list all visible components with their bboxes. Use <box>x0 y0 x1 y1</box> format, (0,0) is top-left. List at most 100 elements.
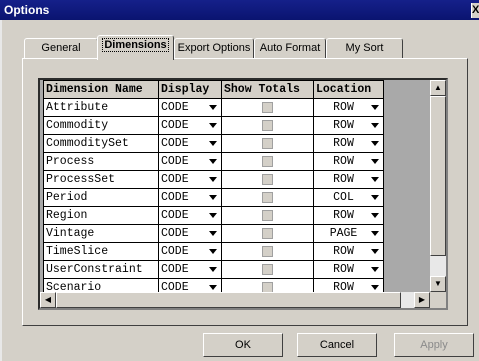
table-row[interactable]: Vintage CODE PAGE <box>43 224 384 243</box>
dimension-name-cell[interactable]: Region <box>43 206 159 225</box>
scroll-right-icon[interactable]: ▶ <box>414 292 430 308</box>
tab-general[interactable]: General <box>24 38 98 59</box>
header-display[interactable]: Display <box>158 80 222 99</box>
show-totals-checkbox[interactable] <box>262 264 273 275</box>
display-select[interactable]: CODE <box>158 98 222 117</box>
show-totals-checkbox[interactable] <box>262 138 273 149</box>
cancel-button[interactable]: Cancel <box>297 333 377 357</box>
show-totals-checkbox[interactable] <box>262 120 273 131</box>
header-location[interactable]: Location <box>313 80 384 99</box>
tab-my-sort[interactable]: My Sort <box>326 38 403 59</box>
tab-auto-format[interactable]: Auto Format <box>254 38 326 59</box>
show-totals-cell[interactable] <box>221 98 314 117</box>
chevron-down-icon[interactable] <box>209 123 217 128</box>
location-select[interactable]: ROW <box>313 260 384 279</box>
display-select[interactable]: CODE <box>158 260 222 279</box>
show-totals-checkbox[interactable] <box>262 228 273 239</box>
tab-export-options[interactable]: Export Options <box>174 38 254 59</box>
show-totals-checkbox[interactable] <box>262 210 273 221</box>
display-select[interactable]: CODE <box>158 116 222 135</box>
chevron-down-icon[interactable] <box>371 249 379 254</box>
chevron-down-icon[interactable] <box>209 195 217 200</box>
scroll-down-icon[interactable]: ▼ <box>430 276 446 292</box>
show-totals-cell[interactable] <box>221 242 314 261</box>
show-totals-cell[interactable] <box>221 188 314 207</box>
location-select[interactable]: ROW <box>313 152 384 171</box>
close-button[interactable]: X <box>471 3 479 18</box>
chevron-down-icon[interactable] <box>371 285 379 290</box>
location-select[interactable]: COL <box>313 188 384 207</box>
chevron-down-icon[interactable] <box>371 195 379 200</box>
dimension-name-cell[interactable]: Commodity <box>43 116 159 135</box>
dimension-name-cell[interactable]: Process <box>43 152 159 171</box>
show-totals-cell[interactable] <box>221 206 314 225</box>
dimension-name-cell[interactable]: TimeSlice <box>43 242 159 261</box>
location-select[interactable]: ROW <box>313 242 384 261</box>
chevron-down-icon[interactable] <box>209 177 217 182</box>
chevron-down-icon[interactable] <box>371 123 379 128</box>
location-select[interactable]: ROW <box>313 134 384 153</box>
table-row[interactable]: Commodity CODE ROW <box>43 116 384 135</box>
vertical-scrollbar[interactable]: ▲ ▼ <box>430 80 446 292</box>
location-select[interactable]: ROW <box>313 98 384 117</box>
show-totals-cell[interactable] <box>221 116 314 135</box>
chevron-down-icon[interactable] <box>371 231 379 236</box>
dimension-name-cell[interactable]: UserConstraint <box>43 260 159 279</box>
horizontal-scroll-thumb[interactable] <box>56 292 401 308</box>
chevron-down-icon[interactable] <box>209 105 217 110</box>
display-select[interactable]: CODE <box>158 206 222 225</box>
dimension-name-cell[interactable]: ProcessSet <box>43 170 159 189</box>
table-row[interactable]: CommoditySet CODE ROW <box>43 134 384 153</box>
table-row[interactable]: Attribute CODE ROW <box>43 98 384 117</box>
chevron-down-icon[interactable] <box>371 267 379 272</box>
show-totals-cell[interactable] <box>221 170 314 189</box>
apply-button[interactable]: Apply <box>394 333 474 357</box>
table-row[interactable]: Period CODE COL <box>43 188 384 207</box>
location-select[interactable]: ROW <box>313 116 384 135</box>
show-totals-checkbox[interactable] <box>262 156 273 167</box>
show-totals-checkbox[interactable] <box>262 246 273 257</box>
chevron-down-icon[interactable] <box>209 249 217 254</box>
show-totals-cell[interactable] <box>221 224 314 243</box>
vertical-scroll-thumb[interactable] <box>430 96 446 256</box>
chevron-down-icon[interactable] <box>371 159 379 164</box>
show-totals-checkbox[interactable] <box>262 192 273 203</box>
table-row[interactable]: Process CODE ROW <box>43 152 384 171</box>
tab-dimensions[interactable]: Dimensions <box>97 35 174 60</box>
header-show-totals[interactable]: Show Totals <box>221 80 314 99</box>
chevron-down-icon[interactable] <box>209 267 217 272</box>
dimension-name-cell[interactable]: CommoditySet <box>43 134 159 153</box>
table-row[interactable]: Region CODE ROW <box>43 206 384 225</box>
show-totals-checkbox[interactable] <box>262 102 273 113</box>
scroll-up-icon[interactable]: ▲ <box>430 80 446 96</box>
show-totals-checkbox[interactable] <box>262 174 273 185</box>
show-totals-cell[interactable] <box>221 134 314 153</box>
display-select[interactable]: CODE <box>158 134 222 153</box>
display-select[interactable]: CODE <box>158 188 222 207</box>
header-dimension-name[interactable]: Dimension Name <box>43 80 159 99</box>
display-select[interactable]: CODE <box>158 152 222 171</box>
chevron-down-icon[interactable] <box>209 285 217 290</box>
chevron-down-icon[interactable] <box>371 213 379 218</box>
table-row[interactable]: TimeSlice CODE ROW <box>43 242 384 261</box>
horizontal-scrollbar[interactable]: ◀ ▶ <box>40 292 430 308</box>
table-row[interactable]: ProcessSet CODE ROW <box>43 170 384 189</box>
chevron-down-icon[interactable] <box>209 159 217 164</box>
show-totals-cell[interactable] <box>221 152 314 171</box>
display-select[interactable]: CODE <box>158 242 222 261</box>
chevron-down-icon[interactable] <box>371 141 379 146</box>
display-select[interactable]: CODE <box>158 170 222 189</box>
chevron-down-icon[interactable] <box>371 105 379 110</box>
chevron-down-icon[interactable] <box>209 141 217 146</box>
table-row[interactable]: UserConstraint CODE ROW <box>43 260 384 279</box>
chevron-down-icon[interactable] <box>209 231 217 236</box>
display-select[interactable]: CODE <box>158 224 222 243</box>
location-select[interactable]: ROW <box>313 170 384 189</box>
scroll-left-icon[interactable]: ◀ <box>40 292 56 308</box>
chevron-down-icon[interactable] <box>209 213 217 218</box>
ok-button[interactable]: OK <box>203 333 283 357</box>
location-select[interactable]: PAGE <box>313 224 384 243</box>
dimension-name-cell[interactable]: Vintage <box>43 224 159 243</box>
chevron-down-icon[interactable] <box>371 177 379 182</box>
location-select[interactable]: ROW <box>313 206 384 225</box>
